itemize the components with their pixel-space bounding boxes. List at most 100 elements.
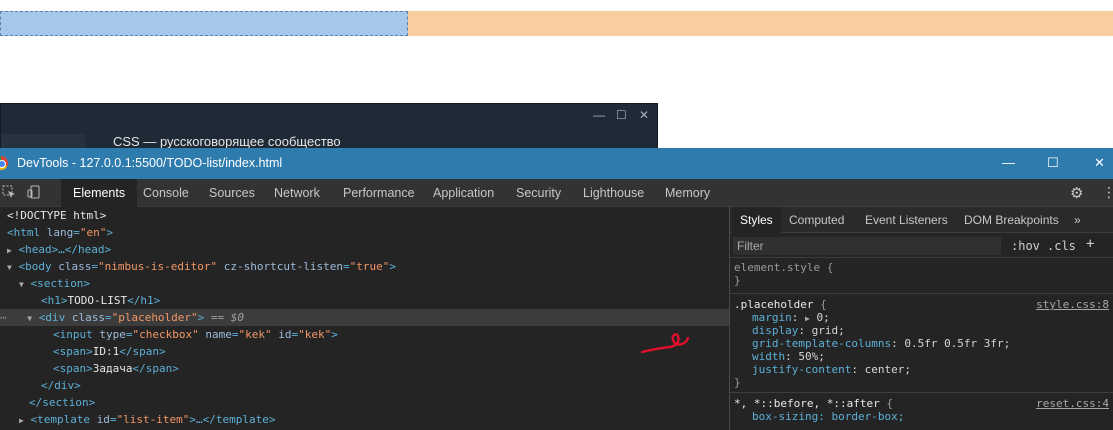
rule-universal-reset: *, *::before, *::after { reset.css:4 box… (734, 397, 1109, 423)
css-value-width[interactable]: 50%; (798, 350, 825, 363)
more-tabs-icon[interactable]: » (1074, 207, 1081, 233)
span-close-tag: </span> (119, 345, 166, 358)
dom-node-html[interactable]: <html lang="en"> (0, 224, 729, 241)
devtools-tabbar: Elements Console Sources Network Perform… (0, 179, 1113, 207)
tab-application[interactable]: Application (433, 179, 494, 207)
tab-computed[interactable]: Computed (789, 207, 844, 233)
hand-drawn-annotation (640, 333, 690, 354)
sidebar-tabs: Styles Computed Event Listeners DOM Brea… (730, 207, 1113, 233)
span-close-tag: </span> (132, 362, 179, 375)
tab-sources[interactable]: Sources (209, 179, 255, 207)
devtools-titlebar[interactable]: DevTools - 127.0.0.1:5500/TODO-list/inde… (0, 148, 1113, 179)
collapse-triangle-icon[interactable]: ▼ (19, 280, 24, 289)
background-window[interactable]: — ☐ ✕ CSS — русскоговорящее сообщество (0, 103, 658, 154)
dom-node-section-close[interactable]: </section> (0, 394, 729, 411)
tab-styles[interactable]: Styles (732, 207, 781, 233)
node-actions-icon[interactable]: ⋯ (0, 311, 7, 324)
dom-node-h1[interactable]: <h1>TODO-LIST</h1> (0, 292, 729, 309)
h1-open-tag: <h1> (41, 294, 68, 307)
new-rule-button[interactable]: + (1086, 236, 1094, 252)
close-icon[interactable]: ✕ (639, 108, 649, 122)
rule-element-style: element.style { } (730, 261, 1113, 287)
template-attr-id-value: "list-item" (116, 413, 190, 426)
css-prop-margin[interactable]: margin (752, 311, 792, 324)
styles-sidebar: Styles Computed Event Listeners DOM Brea… (730, 207, 1113, 430)
h1-text: TODO-LIST (67, 294, 128, 307)
rule-separator (730, 392, 1113, 393)
gear-icon[interactable]: ⚙ (1070, 184, 1083, 202)
body-tag-name: body (25, 260, 52, 273)
collapse-triangle-icon[interactable]: ▼ (7, 263, 12, 272)
tab-lighthouse[interactable]: Lighthouse (583, 179, 644, 207)
rule-source-link[interactable]: style.css:8 (1036, 298, 1109, 311)
input-attr-type: type (99, 328, 126, 341)
css-value-grid-template-columns[interactable]: 0.5fr 0.5fr 3fr; (904, 337, 1010, 350)
devtools-title: DevTools - 127.0.0.1:5500/TODO-list/inde… (17, 156, 283, 170)
css-value-margin[interactable]: 0; (816, 311, 829, 324)
expand-triangle-icon[interactable]: ▶ (19, 416, 24, 425)
css-prop-justify-content[interactable]: justify-content (752, 363, 851, 376)
dom-node-div-placeholder-selected[interactable]: ⋯ ▼ <div class="placeholder"> == $0 (0, 309, 729, 326)
css-prop-display[interactable]: display (752, 324, 798, 337)
devtools-window: DevTools - 127.0.0.1:5500/TODO-list/inde… (0, 148, 1113, 430)
head-collapsed: <head>…</head> (18, 243, 112, 256)
class-toggle-button[interactable]: .cls (1047, 239, 1076, 253)
h1-close-tag: </h1> (127, 294, 161, 307)
div-attr-class-value: "placeholder" (111, 311, 198, 324)
close-icon[interactable]: ✕ (1094, 155, 1105, 171)
page: — ☐ ✕ CSS — русскоговорящее сообщество D… (0, 0, 1113, 430)
minimize-icon[interactable]: — (593, 108, 605, 122)
input-attr-name-value: "kek" (238, 328, 272, 341)
css-prop-width[interactable]: width (752, 350, 785, 363)
css-value-display[interactable]: grid; (812, 324, 845, 337)
dom-node-span-task[interactable]: <span>Задача</span> (0, 360, 729, 377)
background-window-title: CSS — русскоговорящее сообщество (113, 134, 341, 149)
tab-console[interactable]: Console (143, 179, 189, 207)
css-value-justify-content[interactable]: center; (865, 363, 911, 376)
dom-node-input[interactable]: <input type="checkbox" name="kek" id="ke… (0, 326, 729, 343)
input-attr-id-value: "kek" (298, 328, 332, 341)
rule-source-link[interactable]: reset.css:4 (1036, 397, 1109, 410)
expand-triangle-icon[interactable]: ▶ (7, 246, 12, 255)
section-open-tag: <section> (30, 277, 91, 290)
styles-filter-input[interactable] (733, 237, 1001, 255)
dom-node-template[interactable]: ▶ <template id="list-item">…</template> (0, 411, 729, 428)
maximize-icon[interactable]: ☐ (1047, 155, 1059, 171)
dom-node-section[interactable]: ▼ <section> (0, 275, 729, 292)
span-open-tag: <span> (53, 362, 93, 375)
rule-selector[interactable]: .placeholder (734, 298, 813, 311)
rule-selector[interactable]: *, *::before, *::after (734, 397, 880, 410)
highlighted-grid-cell (0, 11, 408, 36)
hover-state-button[interactable]: :hov (1011, 239, 1040, 253)
dom-node-head[interactable]: ▶ <head>…</head> (0, 241, 729, 258)
rule-placeholder: .placeholder { style.css:8 margin: ▶ 0; … (734, 298, 1109, 389)
dom-node-span-id[interactable]: <span>ID:1</span> (0, 343, 729, 360)
css-prop-box-sizing[interactable]: box-sizing: border-box; (752, 410, 904, 423)
maximize-icon[interactable]: ☐ (616, 108, 627, 122)
inspect-element-icon[interactable] (2, 185, 16, 202)
tab-dom-breakpoints[interactable]: DOM Breakpoints (964, 207, 1059, 233)
dom-node-body[interactable]: ▼ <body class="nimbus-is-editor" cz-shor… (0, 258, 729, 275)
doctype-text: <!DOCTYPE html> (7, 209, 107, 222)
expand-shorthand-icon[interactable]: ▶ (805, 314, 810, 323)
more-options-icon[interactable]: ⋮ (1102, 184, 1113, 201)
css-prop-grid-template-columns[interactable]: grid-template-columns (752, 337, 891, 350)
collapse-triangle-icon[interactable]: ▼ (27, 314, 32, 323)
input-attr-type-value: "checkbox" (132, 328, 199, 341)
tab-event-listeners[interactable]: Event Listeners (865, 207, 948, 233)
tab-network[interactable]: Network (274, 179, 320, 207)
minimize-icon[interactable]: — (1002, 155, 1015, 170)
dom-node-div-close[interactable]: </div> (0, 377, 729, 394)
tab-security[interactable]: Security (516, 179, 561, 207)
span-task-text: Задача (92, 362, 133, 375)
input-attr-id: id (278, 328, 292, 341)
element-style-selector[interactable]: element.style { (734, 261, 833, 274)
section-close-tag: </section> (29, 396, 96, 409)
device-toolbar-icon[interactable] (27, 185, 41, 202)
tab-memory[interactable]: Memory (665, 179, 710, 207)
dom-node-doctype[interactable]: <!DOCTYPE html> (0, 207, 729, 224)
div-attr-class: class (71, 311, 105, 324)
tab-performance[interactable]: Performance (343, 179, 415, 207)
tab-elements[interactable]: Elements (61, 179, 138, 207)
html-tag-name: html (13, 226, 41, 239)
